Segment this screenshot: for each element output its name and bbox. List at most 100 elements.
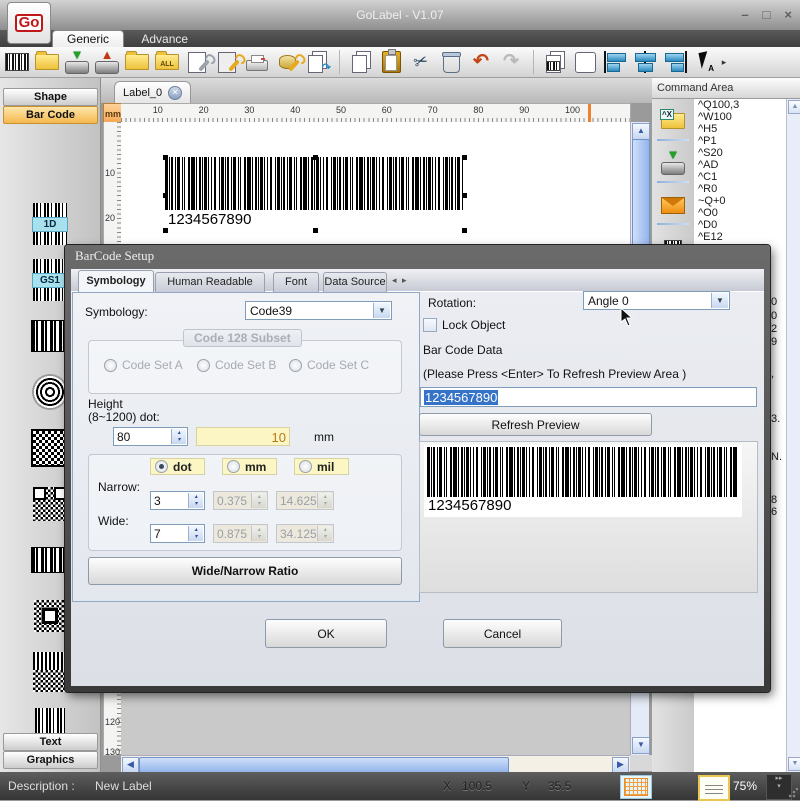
send-command-button[interactable] xyxy=(658,191,688,219)
ruler-number: 90 xyxy=(519,105,529,115)
sidebar-item-shape[interactable]: Shape xyxy=(3,88,98,106)
open-command-file-button[interactable]: ^X xyxy=(658,107,688,135)
status-bar: Description : New Label X 100.5 Y 35.5 7… xyxy=(0,772,800,800)
open-folder-button[interactable] xyxy=(122,49,152,76)
pointer-tool-button[interactable]: A xyxy=(690,49,720,76)
printer-setup-button[interactable] xyxy=(212,49,242,76)
ok-button[interactable]: OK xyxy=(265,619,387,648)
radio-code-set-c[interactable]: Code Set C xyxy=(289,358,369,372)
grid-toggle-button[interactable] xyxy=(620,775,652,799)
barcode-icon xyxy=(5,53,29,71)
database-setup-button[interactable] xyxy=(272,49,302,76)
document-tab-label0[interactable]: Label_0 ✕ xyxy=(114,81,191,104)
recall-label-button[interactable]: ▲ xyxy=(92,49,122,76)
scroll-left-icon[interactable]: ◀ xyxy=(122,757,139,773)
divider xyxy=(657,223,689,225)
zoom-button[interactable] xyxy=(698,775,730,801)
cut-button[interactable]: ✂ xyxy=(406,49,436,76)
scissors-icon: ✂ xyxy=(411,50,431,74)
scroll-down-icon[interactable]: ▼ xyxy=(788,757,800,771)
narrow-mil-spinner: 14.625 ▴▾ xyxy=(276,491,334,510)
tab-data-source[interactable]: Data Source xyxy=(323,272,387,292)
open-label-button[interactable] xyxy=(32,49,62,76)
horizontal-scrollbar[interactable]: ◀ ▶ xyxy=(121,755,630,772)
scroll-down-icon[interactable]: ▼ xyxy=(632,737,650,754)
resize-grip[interactable] xyxy=(788,788,798,798)
narrow-dot-value: 3 xyxy=(154,494,161,508)
barcode-object[interactable]: 1234567890 xyxy=(165,155,465,233)
spinner-buttons[interactable]: ▴▾ xyxy=(171,429,186,444)
minimize-button[interactable]: – xyxy=(741,7,748,22)
rotation-dropdown[interactable]: Angle 0 ▼ xyxy=(583,291,730,310)
lock-object-checkbox[interactable] xyxy=(423,318,437,332)
object-list-button[interactable] xyxy=(540,49,570,76)
maximize-button[interactable]: □ xyxy=(763,7,771,22)
tab-scroll-right-icon[interactable]: ▸ xyxy=(402,275,407,286)
folder-icon xyxy=(125,54,149,70)
save-command-button[interactable]: ▼ xyxy=(658,149,688,177)
radio-unit-mil[interactable]: mil xyxy=(294,458,349,475)
copy-label-button[interactable]: ↷ xyxy=(302,49,332,76)
command-area-title: Command Area xyxy=(652,78,800,99)
symbology-dropdown[interactable]: Code39 ▼ xyxy=(245,301,392,320)
height-dot-value: 80 xyxy=(117,430,130,444)
toolbar-separator xyxy=(332,50,340,74)
sidebar-item-barcode[interactable]: Bar Code xyxy=(3,106,98,124)
new-window-button[interactable] xyxy=(570,49,600,76)
new-label-button[interactable] xyxy=(2,49,32,76)
open-all-button[interactable]: ALL xyxy=(152,49,182,76)
ruler-number: 50 xyxy=(336,105,346,115)
height-dot-spinner[interactable]: 80 ▴▾ xyxy=(113,427,188,446)
code128-subset-legend: Code 128 Subset xyxy=(183,329,302,347)
ruler-unit-button[interactable]: mm xyxy=(103,103,123,124)
command-line: ~Q+0 xyxy=(694,195,786,207)
sidebar-item-graphics[interactable]: Graphics xyxy=(3,751,98,769)
scroll-right-icon[interactable]: ▶ xyxy=(612,757,629,773)
printer-button[interactable] xyxy=(242,49,272,76)
tab-human-readable-style[interactable]: Human Readable Style xyxy=(155,272,265,292)
close-button[interactable]: × xyxy=(784,7,792,22)
undo-button[interactable]: ↶ xyxy=(466,49,496,76)
horizontal-scroll-thumb[interactable] xyxy=(139,757,509,773)
paste-button[interactable] xyxy=(376,49,406,76)
refresh-preview-button[interactable]: Refresh Preview xyxy=(419,413,652,436)
align-right-button[interactable] xyxy=(660,49,690,76)
barcode-data-input[interactable]: 1234567890 xyxy=(420,387,757,407)
tab-symbology[interactable]: Symbology xyxy=(78,270,154,292)
height-mm-field[interactable]: 10 xyxy=(196,427,290,446)
wide-narrow-ratio-button[interactable]: Wide/Narrow Ratio xyxy=(88,557,402,585)
spinner-buttons[interactable]: ▴▾ xyxy=(188,493,203,508)
save-label-button[interactable]: ▼ xyxy=(62,49,92,76)
align-center-button[interactable] xyxy=(630,49,660,76)
barcode-type-1d[interactable]: 1D xyxy=(29,202,71,246)
radio-code-set-a[interactable]: Code Set A xyxy=(104,358,183,372)
scroll-up-icon[interactable]: ▲ xyxy=(632,123,650,140)
label-edge-marker xyxy=(588,104,591,123)
redo-button[interactable]: ↷ xyxy=(496,49,526,76)
window-title: GoLabel - V1.07 xyxy=(0,0,800,30)
sidebar-item-text[interactable]: Text xyxy=(3,733,98,751)
command-line: ^R0 xyxy=(694,183,786,195)
radio-unit-dot[interactable]: dot xyxy=(150,458,205,475)
tab-scroll-left-icon[interactable]: ◂ xyxy=(392,275,397,286)
delete-button[interactable] xyxy=(436,49,466,76)
toolbar-overflow-button[interactable]: ▸ xyxy=(720,49,728,76)
command-scrollbar[interactable]: ▲ ▼ xyxy=(786,99,800,772)
radio-unit-mm[interactable]: mm xyxy=(222,458,277,475)
radio-code-set-b[interactable]: Code Set B xyxy=(197,358,276,372)
wide-dot-spinner[interactable]: 7 ▴▾ xyxy=(150,524,205,543)
copy-button[interactable] xyxy=(346,49,376,76)
ruler-number: 100 xyxy=(565,105,580,115)
tab-advance[interactable]: Advance xyxy=(127,31,202,48)
tab-font[interactable]: Font xyxy=(273,272,319,292)
close-tab-icon[interactable]: ✕ xyxy=(168,86,182,100)
scroll-up-icon[interactable]: ▲ xyxy=(788,100,800,114)
page-setup-button[interactable] xyxy=(182,49,212,76)
cancel-button[interactable]: Cancel xyxy=(443,619,562,648)
align-left-button[interactable] xyxy=(600,49,630,76)
spinner-buttons[interactable]: ▴▾ xyxy=(188,526,203,541)
barcode-icon xyxy=(546,61,560,71)
radio-label: dot xyxy=(173,460,192,474)
narrow-dot-spinner[interactable]: 3 ▴▾ xyxy=(150,491,205,510)
tab-generic[interactable]: Generic xyxy=(52,30,124,48)
